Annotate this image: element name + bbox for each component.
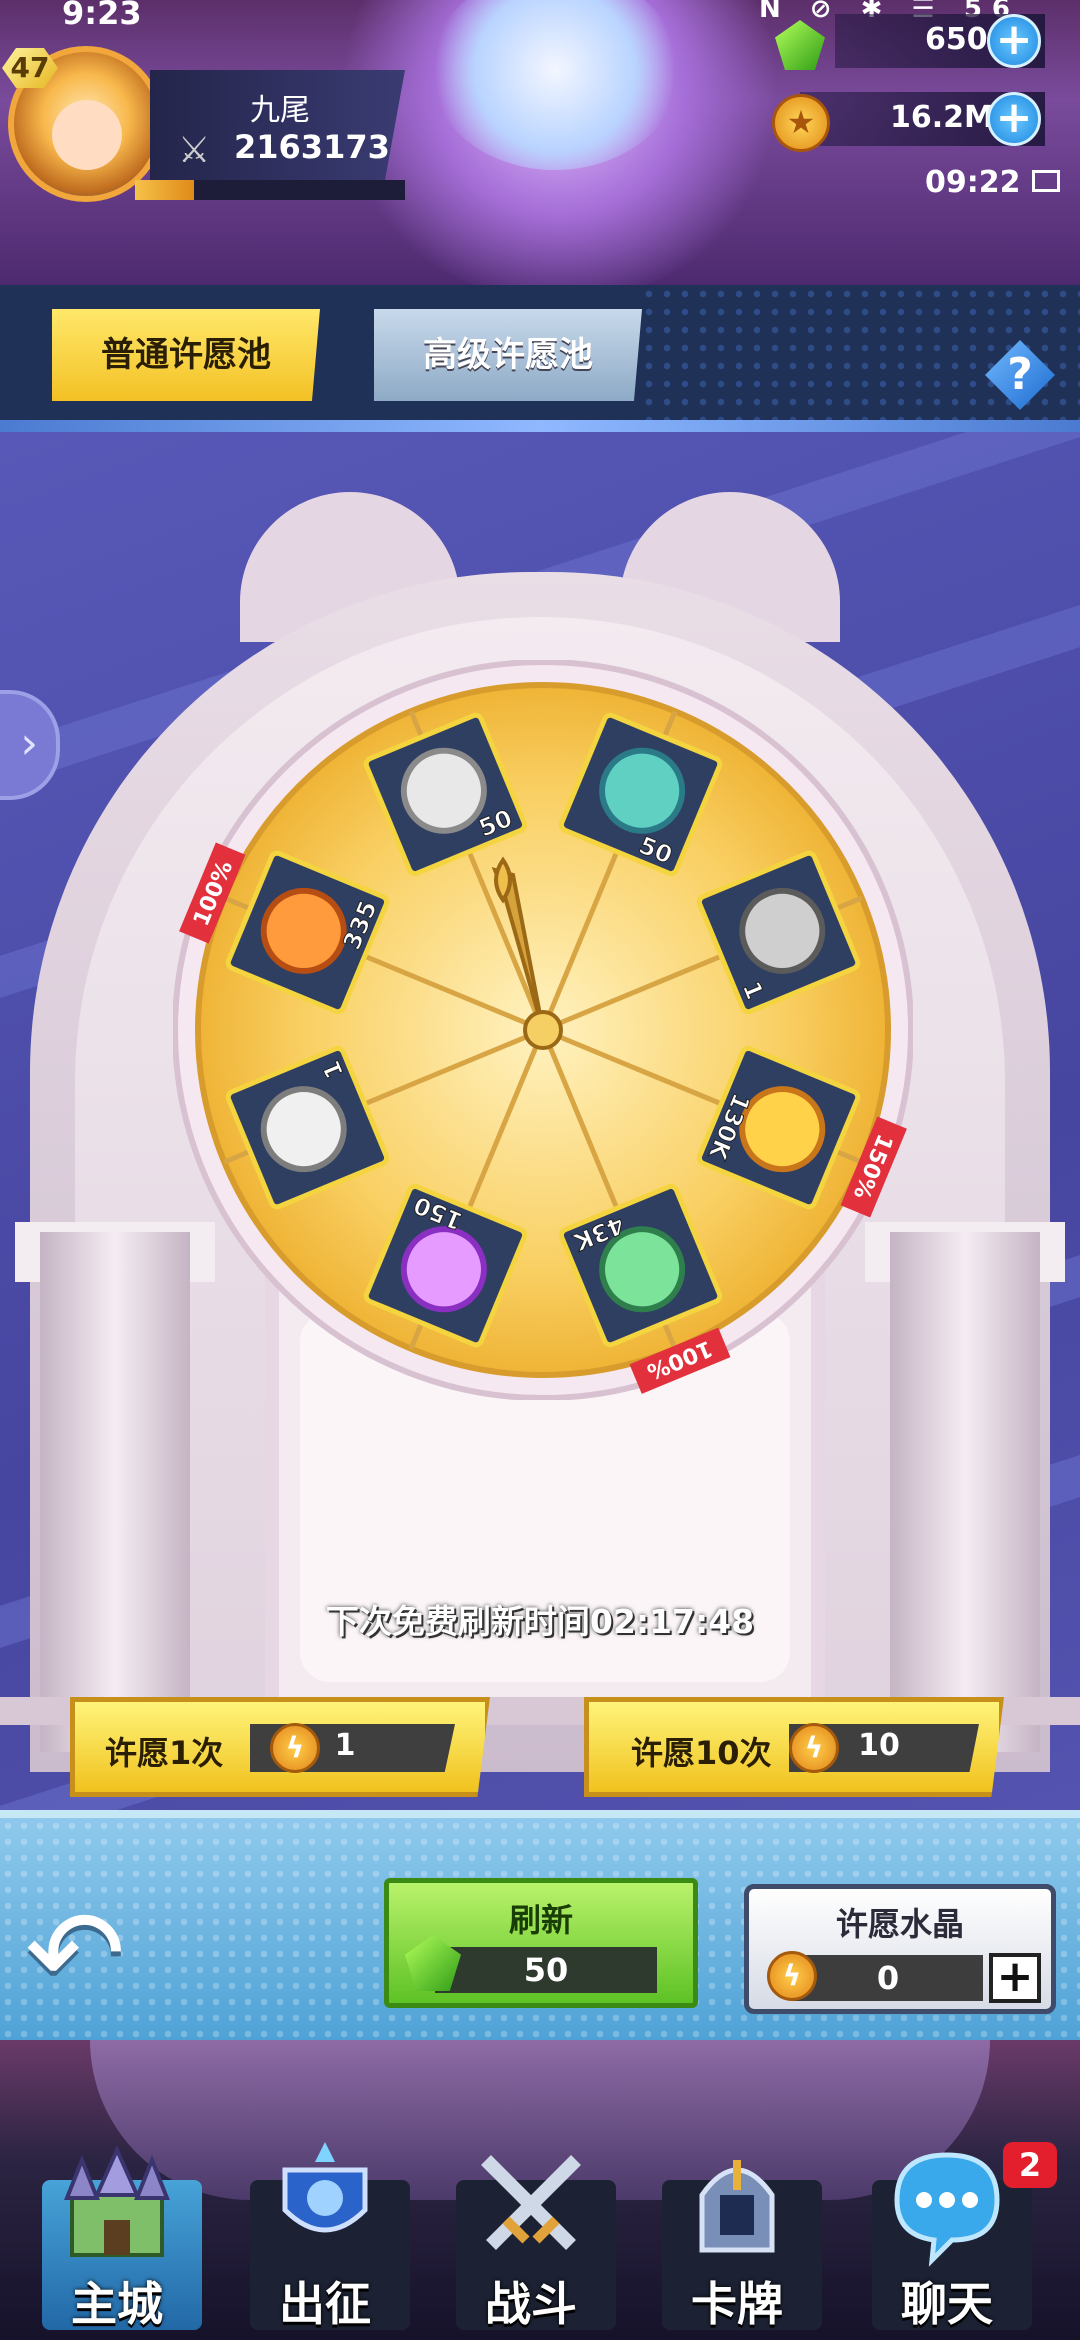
free-refresh-timer: 下次免费刷新时间02:17:48 [325,1602,755,1641]
shield-banner-icon [282,2142,368,2233]
nav-battle[interactable]: 战斗 [436,2140,626,2340]
wish-once-label: 许愿1次 [105,1734,224,1772]
nav-label: 战斗 [485,2277,577,2331]
clock-time: 09:22 [925,165,1021,200]
xp-bar [135,180,405,200]
nav-label: 卡牌 [691,2277,783,2331]
chat-bubble-icon [894,2152,1000,2267]
nav-label: 主城 [71,2277,163,2331]
wish-ten-button[interactable]: 许愿10次 10 ϟ [584,1697,1004,1797]
player-name: 九尾 [250,93,310,128]
refresh-cost: 50 [523,1951,569,1989]
wish-wheel: 50501130K150%43K100%1501335100% [173,660,913,1400]
wish-ten-label: 许愿10次 [631,1734,772,1772]
chat-notification-badge: 2 [1003,2142,1057,2188]
refresh-label: 刷新 [508,1901,573,1939]
nav-cards[interactable]: 卡牌 [642,2140,832,2340]
energy-icon: ϟ [767,1951,817,2001]
coin-count: 16.2M [890,100,994,135]
coin-resource: 16.2M + [800,92,1045,146]
player-power: 2163173 [234,128,390,166]
nav-label: 聊天 [901,2277,993,2331]
energy-icon: ϟ [789,1723,839,1773]
castle-icon [64,2145,170,2257]
nav-main-city[interactable]: 主城 [22,2140,212,2340]
nav-label: 出征 [279,2277,371,2331]
energy-icon: ϟ [270,1723,320,1773]
nav-expedition[interactable]: 出征 [230,2140,420,2340]
pillar-left [40,1232,190,1752]
battery-icon [1032,170,1060,192]
tab-normal-wish-pool[interactable]: 普通许愿池 [52,309,320,401]
wish-once-button[interactable]: 许愿1次 1 ϟ [70,1697,490,1797]
crossed-swords-icon [481,2155,581,2250]
add-coins-button[interactable]: + [987,92,1041,146]
xp-bar-fill [135,180,195,200]
tab-advanced-wish-pool[interactable]: 高级许愿池 [374,309,642,401]
refresh-cost-slot: 50 [435,1947,657,1993]
refresh-button[interactable]: 刷新 50 [384,1878,698,2008]
add-gems-button[interactable]: + [987,14,1041,68]
wish-crystal-panel: 许愿水晶 0 ϟ + [744,1884,1056,2014]
gem-count: 650 [925,22,988,57]
gem-resource: 650 + [835,14,1045,68]
wish-crystal-label: 许愿水晶 [835,1905,964,1943]
crossed-swords-icon: ⚔ [178,130,211,171]
coin-icon: ★ [772,94,830,152]
helmet-icon [699,2160,775,2253]
back-arrow-icon[interactable]: ↶ [25,1895,175,2015]
tab-divider [0,420,1080,432]
wish-crystal-count: 0 [876,1959,900,1997]
wish-crystal-slot: 0 [793,1955,983,2001]
add-crystal-button[interactable]: + [989,1953,1041,2003]
status-time: 9:23 [62,0,142,32]
